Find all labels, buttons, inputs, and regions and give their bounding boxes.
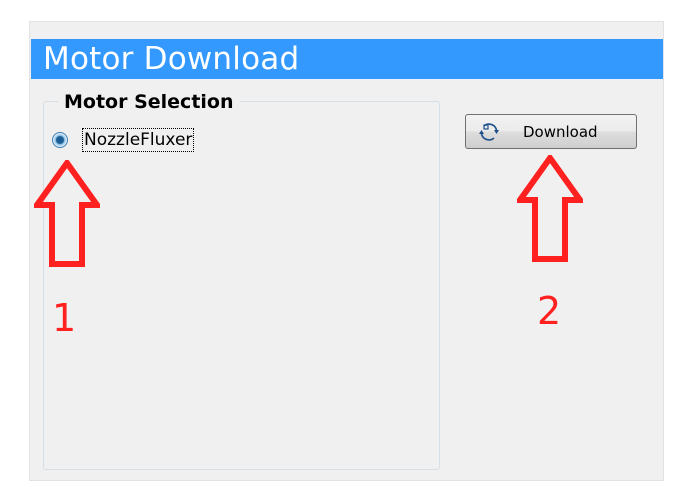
annotation-arrow-2: [517, 155, 583, 262]
download-button-label: Download: [523, 123, 598, 141]
header-bar: Motor Download: [31, 39, 663, 79]
motor-option-nozzlefluxer[interactable]: NozzleFluxer: [52, 127, 195, 153]
annotation-arrow-1: [34, 160, 100, 267]
motor-option-label[interactable]: NozzleFluxer: [82, 128, 195, 152]
annotation-label-1: 1: [52, 296, 77, 340]
annotation-label-2: 2: [537, 289, 562, 333]
refresh-arrows-icon: [479, 123, 499, 141]
download-button[interactable]: Download: [465, 114, 637, 149]
motor-selection-groupbox: [43, 101, 440, 470]
motor-selection-legend: Motor Selection: [58, 89, 240, 115]
page-title: Motor Download: [43, 41, 300, 77]
radio-button-selected[interactable]: [52, 132, 68, 148]
